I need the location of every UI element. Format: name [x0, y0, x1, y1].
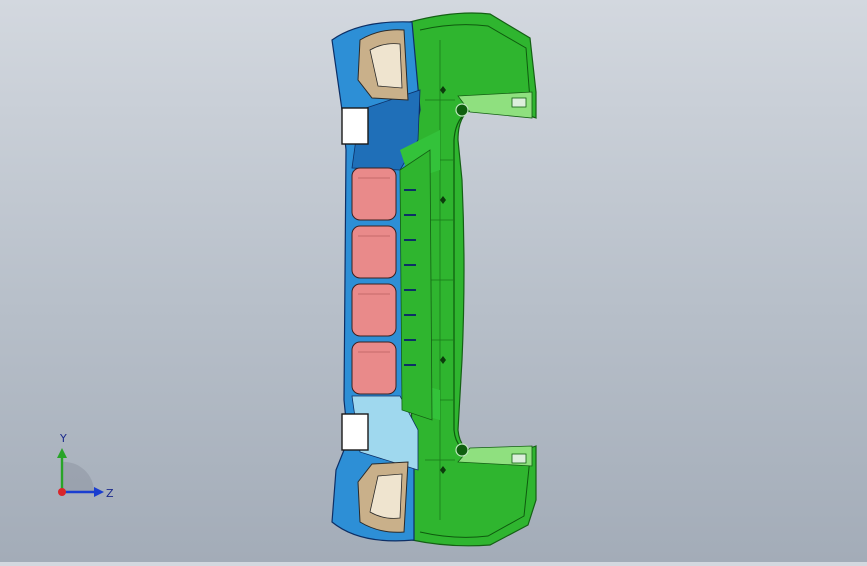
y-arrow-icon — [57, 448, 67, 458]
model-canvas[interactable] — [0, 0, 867, 562]
triad-plane — [62, 461, 95, 492]
z-axis-label: Z — [106, 487, 114, 500]
x-axis-icon — [58, 488, 66, 496]
z-arrow-icon — [94, 487, 104, 497]
coordinate-triad: Y Z — [40, 430, 130, 510]
model-viewport[interactable] — [0, 0, 867, 562]
y-axis-label: Y — [59, 432, 67, 445]
